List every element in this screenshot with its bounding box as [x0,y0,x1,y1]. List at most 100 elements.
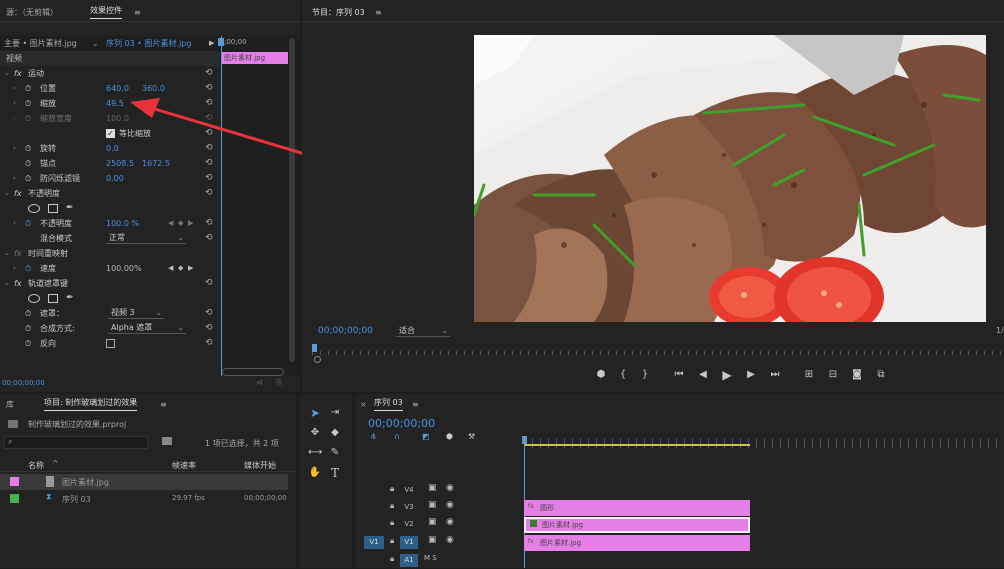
col-name-header[interactable]: 名称 [28,460,44,471]
add-keyframe-icon[interactable]: ◆ [178,261,183,276]
rectangle-mask-icon[interactable] [48,204,58,213]
fit-dropdown[interactable]: 适合 ⌄ [396,325,450,337]
zoom-scrollbar[interactable] [222,368,284,376]
reset-icon[interactable]: ⟲ [205,276,213,291]
stopwatch-icon[interactable]: ⏱ [25,306,31,321]
lock-icon[interactable]: 🔒︎ [390,536,394,546]
project-search-input[interactable]: ⌕ [4,436,148,449]
timeline-timecode[interactable]: 00;00;00;00 [368,417,435,430]
lock-icon[interactable]: 🔒︎ [390,518,394,528]
step-forward-icon[interactable]: ▶ [744,368,758,382]
label-color-swatch[interactable] [10,477,19,486]
camera-icon[interactable]: ◙ [850,368,864,382]
timeline-ruler[interactable] [524,438,1004,448]
eye-icon[interactable]: ◉ [446,535,454,545]
eye-icon[interactable]: ◉ [446,500,454,510]
composite-dropdown[interactable]: Alpha 遮罩 ⌄ [108,322,186,334]
timeline-clip-v1[interactable]: fx 图片素材.jpg [524,535,750,551]
matte-dropdown[interactable]: 视频 3 ⌄ [108,307,164,319]
label-color-swatch[interactable] [10,494,19,503]
monitor-time-ruler[interactable] [312,345,1004,357]
lift-icon[interactable]: ⊞ [802,368,816,382]
opacity-value[interactable]: 100.0 % [106,216,139,231]
next-keyframe-icon[interactable]: ▶ [188,261,193,276]
track-name[interactable]: V3 [400,501,418,514]
timeline-clip-v2[interactable]: 图片素材.jpg [524,517,750,533]
timeline-playhead-head[interactable] [522,436,527,444]
track-name[interactable]: V1 [400,536,418,549]
stopwatch-icon[interactable]: ⏱ [25,321,31,336]
mute-solo-buttons[interactable]: M S [424,554,437,562]
slip-tool-icon[interactable]: ⟷ [308,446,322,460]
col-fps-header[interactable]: 帧速率 [172,460,196,471]
eye-icon[interactable]: ◉ [446,517,454,527]
stopwatch-icon[interactable]: ⏱ [25,261,31,276]
pen-mask-icon[interactable]: ✒ [66,201,74,216]
render-icon[interactable]: ⊲ [256,378,263,387]
snap-icon[interactable]: ⋔ [370,432,377,441]
razor-tool-icon[interactable]: ◆ [328,426,342,440]
source-patch-v1[interactable]: V1 [364,536,384,549]
next-keyframe-icon[interactable]: ▶ [188,216,193,231]
mark-in-icon[interactable]: { [616,368,630,382]
marker-icon[interactable]: ⬢ [594,368,608,382]
rectangle-mask-icon[interactable] [48,294,58,303]
lock-icon[interactable]: 🔒︎ [390,484,394,494]
expand-triangle-icon[interactable]: › [13,216,16,231]
ripple-edit-tool-icon[interactable]: ✥ [308,426,322,440]
monitor-playhead[interactable] [312,344,317,352]
reset-icon[interactable]: ⟲ [205,216,213,231]
play-icon[interactable]: ▶ [720,368,734,382]
program-title-tab[interactable]: 节目：序列 03 [312,4,365,22]
track-header-v4[interactable]: 🔒︎ V4 ▣ ◉ [356,482,522,499]
timeline-clip-v3[interactable]: fx 圆形 [524,500,750,516]
reset-icon[interactable]: ⟲ [205,321,213,336]
close-tab-icon[interactable]: × [360,396,367,414]
blend-mode-dropdown[interactable]: 正常 ⌄ [106,232,186,244]
track-name[interactable]: V2 [400,518,418,531]
track-select-tool-icon[interactable]: ⇥ [328,406,342,420]
mark-out-icon[interactable]: } [638,368,652,382]
project-row-image[interactable]: 图片素材.jpg [0,474,288,490]
stopwatch-icon[interactable]: ⏱ [25,216,31,231]
panel-menu-icon[interactable]: ≡ [160,396,167,414]
panel-menu-icon[interactable]: ≡ [412,396,419,414]
project-tab[interactable]: 项目: 制作玻璃划过的效果 [44,396,138,411]
reset-icon[interactable]: ⟲ [205,231,213,246]
track-matte-effect-row[interactable]: ⌄ fx 轨道遮罩键 ⟲ [0,276,220,291]
time-remap-effect-row[interactable]: ⌄ fx 时间重映射 [0,246,220,261]
add-keyframe-icon[interactable]: ◆ [178,216,183,231]
export-frame-icon[interactable]: ⎘ [276,378,282,388]
wrench-icon[interactable]: ⚒ [468,432,475,441]
sync-lock-icon[interactable]: ▣ [428,500,437,510]
expand-triangle-icon[interactable]: ⌄ [4,276,10,291]
go-to-out-icon[interactable]: ⏭ [768,368,782,382]
project-row-sequence[interactable]: ⧗ 序列 03 29.97 fps 00;00;00;00 [0,491,288,507]
lock-icon[interactable]: 🔒︎ [390,554,394,564]
sync-lock-icon[interactable]: ▣ [428,535,437,545]
linked-selection-icon[interactable]: ∩ [394,432,400,441]
speed-value[interactable]: 100.00% [106,261,142,276]
program-video-frame[interactable] [474,35,986,322]
marker-icon[interactable]: ⬢ [446,432,453,441]
work-area-bar[interactable] [524,444,750,446]
expand-triangle-icon[interactable]: › [13,261,16,276]
reverse-checkbox[interactable] [106,339,115,348]
track-header-v1[interactable]: V1 🔒︎ V1 ▣ ◉ [356,534,522,551]
add-marker-icon[interactable]: ◩ [422,432,430,441]
extract-icon[interactable]: ⊟ [826,368,840,382]
track-header-v3[interactable]: 🔒︎ V3 ▣ ◉ [356,499,522,516]
go-to-in-icon[interactable]: ⏮ [672,368,686,382]
track-header-a1[interactable]: 🔒︎ A1 M S [356,552,522,569]
reset-icon[interactable]: ⟲ [205,336,213,351]
stopwatch-icon[interactable]: ⏱ [25,336,31,351]
selection-tool-icon[interactable]: ➤ [308,406,322,420]
new-bin-icon[interactable] [162,437,172,445]
prev-keyframe-icon[interactable]: ◀ [168,261,173,276]
library-tab[interactable]: 库 [6,396,14,414]
reset-icon[interactable]: ⟲ [205,306,213,321]
pen-mask-icon[interactable]: ✒ [66,291,74,306]
resolution-fraction[interactable]: 1/ [996,326,1004,335]
sort-asc-icon[interactable]: ^ [52,459,59,468]
ellipse-mask-icon[interactable] [28,204,40,213]
